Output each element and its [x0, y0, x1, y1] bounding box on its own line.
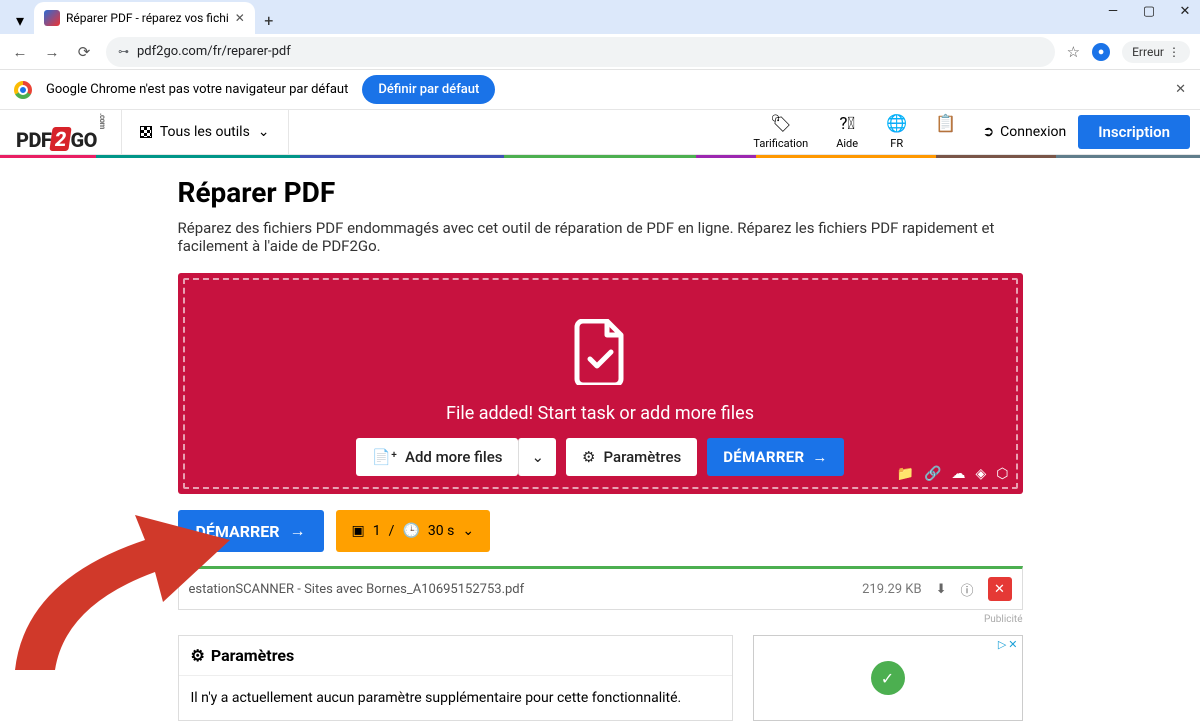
parameters-panel: ⚙ Paramètres Il n'y a actuellement aucun…: [178, 635, 733, 721]
clock-icon: 🕒: [402, 523, 419, 539]
bookmark-icon[interactable]: ☆: [1067, 43, 1080, 61]
page-title: Réparer PDF: [178, 176, 1023, 209]
arrow-right-icon: →: [290, 521, 306, 541]
logo[interactable]: PDF2GO.com: [0, 113, 121, 152]
file-check-icon: [573, 319, 627, 385]
dropbox-icon[interactable]: ⬡: [996, 466, 1008, 482]
globe-icon: 🌐: [886, 114, 907, 134]
url-text: pdf2go.com/fr/reparer-pdf: [137, 44, 291, 59]
add-more-dropdown[interactable]: ⌄: [518, 438, 556, 476]
dropzone[interactable]: File added! Start task or add more files…: [178, 273, 1023, 494]
tabs-dropdown[interactable]: ▾: [6, 6, 34, 34]
parameters-header: ⚙ Paramètres: [179, 636, 732, 676]
forward-icon[interactable]: →: [42, 43, 62, 61]
clipboard-icon: 📋: [935, 114, 956, 134]
help-link[interactable]: ?⃝Aide: [822, 114, 872, 150]
tab-strip: ▾ Réparer PDF - réparez vos fichi ✕ + ― …: [0, 0, 1200, 34]
dropzone-status: File added! Start task or add more files: [178, 403, 1023, 424]
download-icon[interactable]: ⬇: [936, 582, 947, 597]
gdrive-icon[interactable]: ◈: [975, 466, 986, 482]
conversion-badge[interactable]: ▣ 1 / 🕒 30 s ⌄: [336, 510, 491, 552]
back-icon[interactable]: ←: [10, 43, 30, 61]
maximize-icon[interactable]: ▢: [1140, 4, 1158, 19]
ad-options-icon[interactable]: ▷: [998, 638, 1006, 651]
error-chip[interactable]: Erreur ⋮: [1122, 41, 1190, 63]
reload-icon[interactable]: ⟳: [74, 43, 94, 61]
language-dropdown[interactable]: 🌐FR: [872, 114, 921, 150]
add-more-files-button[interactable]: 📄⁺ Add more files: [356, 438, 518, 476]
chrome-icon: [14, 81, 32, 99]
default-browser-bar: Google Chrome n'est pas votre navigateur…: [0, 70, 1200, 110]
signup-button[interactable]: Inscription: [1078, 115, 1190, 149]
file-plus-icon: 📄⁺: [372, 448, 397, 466]
delete-file-button[interactable]: ✕: [988, 577, 1012, 601]
link-icon[interactable]: 🔗: [924, 466, 941, 482]
start-button-main[interactable]: DÉMARRER →: [707, 438, 844, 476]
address-bar: ← → ⟳ ⊶ pdf2go.com/fr/reparer-pdf ☆ ● Er…: [0, 34, 1200, 70]
gear-icon: ⚙: [582, 448, 595, 466]
set-default-button[interactable]: Définir par défaut: [362, 75, 495, 104]
site-header: PDF2GO.com Tous les outils ⌄ 🏷Tarificati…: [0, 110, 1200, 155]
folder-icon[interactable]: 📁: [897, 466, 914, 482]
settings-button[interactable]: ⚙ Paramètres: [566, 438, 697, 476]
tag-icon: 🏷: [770, 114, 792, 134]
pricing-link[interactable]: 🏷Tarification: [739, 114, 822, 150]
login-icon: ➲: [982, 124, 994, 140]
chevron-down-icon: ⌄: [258, 124, 270, 140]
help-icon: ?⃝: [839, 114, 855, 134]
info-icon[interactable]: ⓘ: [960, 580, 973, 599]
stack-icon: ▣: [352, 523, 365, 539]
file-name: estationSCANNER - Sites avec Bornes_A106…: [189, 582, 849, 597]
chevron-down-icon: ⌄: [462, 523, 474, 539]
file-size: 219.29 KB: [862, 582, 921, 597]
cloud-icon[interactable]: ☁: [951, 466, 965, 482]
default-browser-msg: Google Chrome n'est pas votre navigateur…: [46, 82, 348, 97]
url-input[interactable]: ⊶ pdf2go.com/fr/reparer-pdf: [106, 37, 1055, 67]
check-icon: ✓: [871, 661, 905, 695]
start-button-secondary[interactable]: DÉMARRER →: [178, 510, 324, 552]
minimize-icon[interactable]: ―: [1104, 4, 1122, 19]
page-subtitle: Réparez des fichiers PDF endommagés avec…: [178, 219, 1023, 255]
browser-tab[interactable]: Réparer PDF - réparez vos fichi ✕: [34, 2, 255, 34]
profile-icon[interactable]: ●: [1092, 43, 1110, 61]
file-row: estationSCANNER - Sites avec Bornes_A106…: [178, 566, 1023, 610]
parameters-body: Il n'y a actuellement aucun paramètre su…: [179, 676, 732, 720]
ad-close-icon[interactable]: ✕: [1008, 638, 1017, 651]
arrow-right-icon: →: [812, 448, 827, 466]
advertisement[interactable]: ▷✕ ✓: [753, 635, 1023, 721]
favicon: [44, 10, 60, 26]
new-tab-button[interactable]: +: [255, 6, 283, 34]
dismiss-bar-icon[interactable]: ✕: [1175, 82, 1186, 97]
site-info-icon[interactable]: ⊶: [118, 45, 129, 58]
all-tools-dropdown[interactable]: Tous les outils ⌄: [121, 110, 289, 154]
close-tab-icon[interactable]: ✕: [235, 11, 245, 25]
gear-icon: ⚙: [191, 646, 205, 665]
grid-icon: [140, 126, 152, 138]
login-link[interactable]: ➲Connexion: [970, 124, 1078, 140]
ad-label: Publicité: [178, 614, 1023, 625]
tab-title: Réparer PDF - réparez vos fichi: [66, 11, 229, 25]
clipboard-link[interactable]: 📋: [921, 114, 970, 150]
close-window-icon[interactable]: ✕: [1176, 4, 1194, 19]
